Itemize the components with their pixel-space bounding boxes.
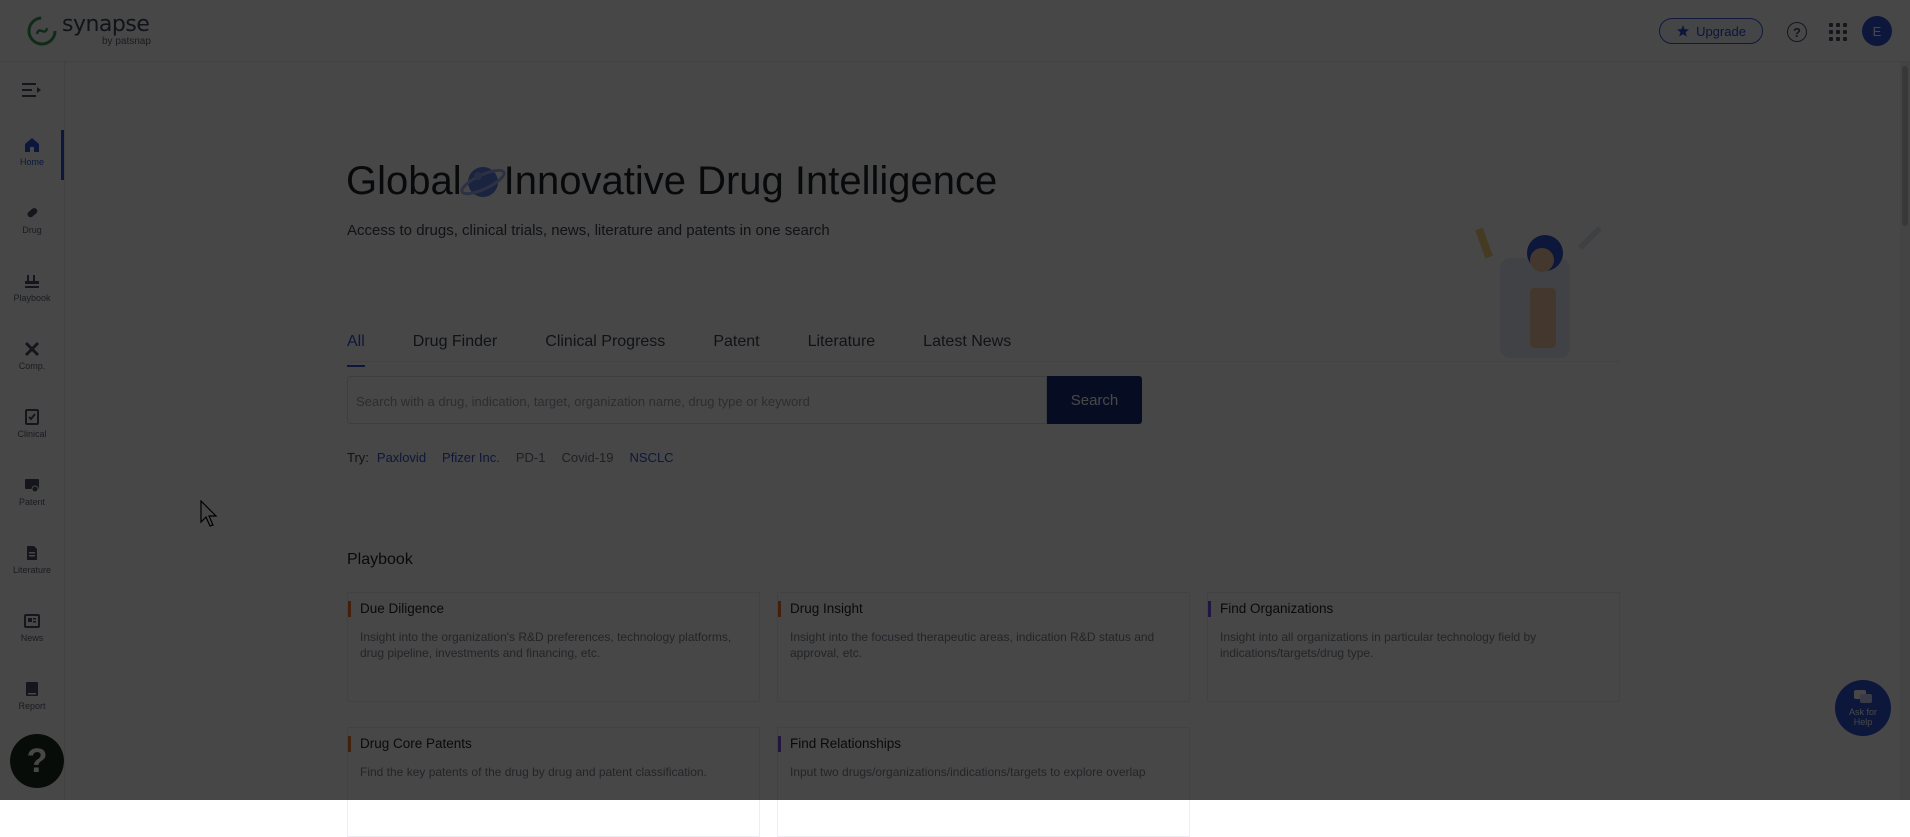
card-title: Drug Core Patents [360, 736, 472, 751]
help-icon[interactable]: ? [1787, 22, 1807, 42]
brand-name: synapse [62, 14, 151, 36]
synapse-logo-icon [26, 15, 58, 47]
tab-literature[interactable]: Literature [808, 330, 876, 364]
top-bar: synapse by patsnap Upgrade ? E [0, 0, 1910, 62]
sidebar-item-report[interactable]: Report [0, 670, 64, 730]
search-tabs: All Drug Finder Clinical Progress Patent… [347, 330, 1059, 364]
playbook-card-find-relationships[interactable]: Find Relationships Input two drugs/organ… [777, 727, 1190, 837]
tab-clinical-progress[interactable]: Clinical Progress [545, 330, 665, 364]
title-part-global: Global [346, 159, 462, 204]
title-part-rest: Innovative Drug Intelligence [504, 159, 998, 204]
card-accent [778, 736, 781, 752]
card-title: Find Organizations [1220, 601, 1333, 616]
sidebar-item-playbook[interactable]: Playbook [0, 262, 64, 322]
card-description: Insight into the organization's R&D pref… [360, 629, 745, 661]
card-title: Drug Insight [790, 601, 863, 616]
sidebar-item-label: Literature [0, 565, 64, 575]
apps-grid-icon[interactable] [1829, 23, 1847, 41]
ask-help-line1: Ask for [1835, 707, 1891, 717]
card-accent [348, 601, 351, 617]
tab-latest-news[interactable]: Latest News [923, 330, 1011, 364]
tab-all[interactable]: All [347, 330, 365, 364]
try-chip-paxlovid[interactable]: Paxlovid [377, 450, 426, 465]
playbook-heading: Playbook [347, 551, 413, 569]
brand-sub: by patsnap [102, 37, 151, 47]
try-chip-covid[interactable]: Covid-19 [561, 450, 613, 465]
playbook-card-due-diligence[interactable]: Due Diligence Insight into the organizat… [347, 592, 760, 702]
sidebar-item-label: Home [0, 157, 64, 167]
sidebar: Home Drug Playbook Comp. Clinical Patent… [0, 62, 65, 800]
search-field[interactable] [347, 376, 1047, 424]
ask-help-line2: Help [1835, 717, 1891, 727]
upgrade-button[interactable]: Upgrade [1659, 18, 1763, 44]
playbook-card-drug-core-patents[interactable]: Drug Core Patents Find the key patents o… [347, 727, 760, 837]
page-title: Global Innovative Drug Intelligence [346, 156, 997, 206]
home-icon [23, 136, 41, 154]
tab-drug-finder[interactable]: Drug Finder [413, 330, 497, 364]
upgrade-label: Upgrade [1696, 24, 1746, 39]
synapse-logo[interactable]: synapse by patsnap [26, 14, 151, 47]
compare-icon [23, 340, 41, 358]
try-chip-pd1[interactable]: PD-1 [516, 450, 546, 465]
card-accent [348, 736, 351, 752]
chat-icon [1853, 689, 1873, 705]
help-bubble-button[interactable]: ? [10, 734, 64, 788]
report-icon [23, 680, 41, 698]
sidebar-item-label: News [0, 633, 64, 643]
user-avatar[interactable]: E [1862, 16, 1892, 46]
sidebar-item-comp[interactable]: Comp. [0, 330, 64, 390]
pill-icon [23, 204, 41, 222]
card-description: Input two drugs/organizations/indication… [790, 764, 1175, 780]
sidebar-item-patent[interactable]: Patent [0, 466, 64, 526]
scrollbar-thumb[interactable] [1902, 66, 1908, 226]
search-input[interactable] [348, 377, 1038, 425]
mouse-cursor-icon [200, 500, 218, 528]
playbook-icon [23, 272, 41, 290]
try-label: Try: [347, 450, 369, 465]
card-description: Insight into all organizations in partic… [1220, 629, 1605, 661]
literature-icon [23, 544, 41, 562]
card-accent [1208, 601, 1211, 617]
card-title: Due Diligence [360, 601, 444, 616]
clinical-icon [23, 408, 41, 426]
globe-icon [458, 156, 508, 206]
sidebar-item-literature[interactable]: Literature [0, 534, 64, 594]
sidebar-item-label: Drug [0, 225, 64, 235]
card-description: Insight into the focused therapeutic are… [790, 629, 1175, 661]
page-subtitle: Access to drugs, clinical trials, news, … [347, 222, 830, 239]
search-button[interactable]: Search [1047, 376, 1142, 424]
patent-icon [23, 476, 41, 494]
sidebar-item-label: Patent [0, 497, 64, 507]
sidebar-item-clinical[interactable]: Clinical [0, 398, 64, 458]
sidebar-item-label: Clinical [0, 429, 64, 439]
menu-collapse-icon[interactable] [22, 82, 42, 98]
upgrade-icon [1676, 24, 1690, 38]
sidebar-item-home[interactable]: Home [0, 126, 64, 186]
scientist-illustration [1450, 218, 1620, 363]
news-icon [23, 612, 41, 630]
card-accent [778, 601, 781, 617]
sidebar-item-label: Comp. [0, 361, 64, 371]
page-scrollbar[interactable] [1900, 62, 1910, 800]
try-chip-nsclc[interactable]: NSCLC [630, 450, 674, 465]
sidebar-item-drug[interactable]: Drug [0, 194, 64, 254]
card-title: Find Relationships [790, 736, 901, 751]
sidebar-item-news[interactable]: News [0, 602, 64, 662]
sidebar-item-label: Playbook [0, 293, 64, 303]
card-description: Find the key patents of the drug by drug… [360, 764, 745, 780]
sidebar-item-label: Report [0, 701, 64, 711]
try-chip-pfizer[interactable]: Pfizer Inc. [442, 450, 500, 465]
playbook-card-drug-insight[interactable]: Drug Insight Insight into the focused th… [777, 592, 1190, 702]
tabs-divider [347, 361, 1619, 362]
playbook-card-find-organizations[interactable]: Find Organizations Insight into all orga… [1207, 592, 1620, 702]
tab-patent[interactable]: Patent [713, 330, 759, 364]
ask-for-help-button[interactable]: Ask for Help [1835, 680, 1891, 736]
try-suggestions: Try: Paxlovid Pfizer Inc. PD-1 Covid-19 … [347, 450, 674, 465]
